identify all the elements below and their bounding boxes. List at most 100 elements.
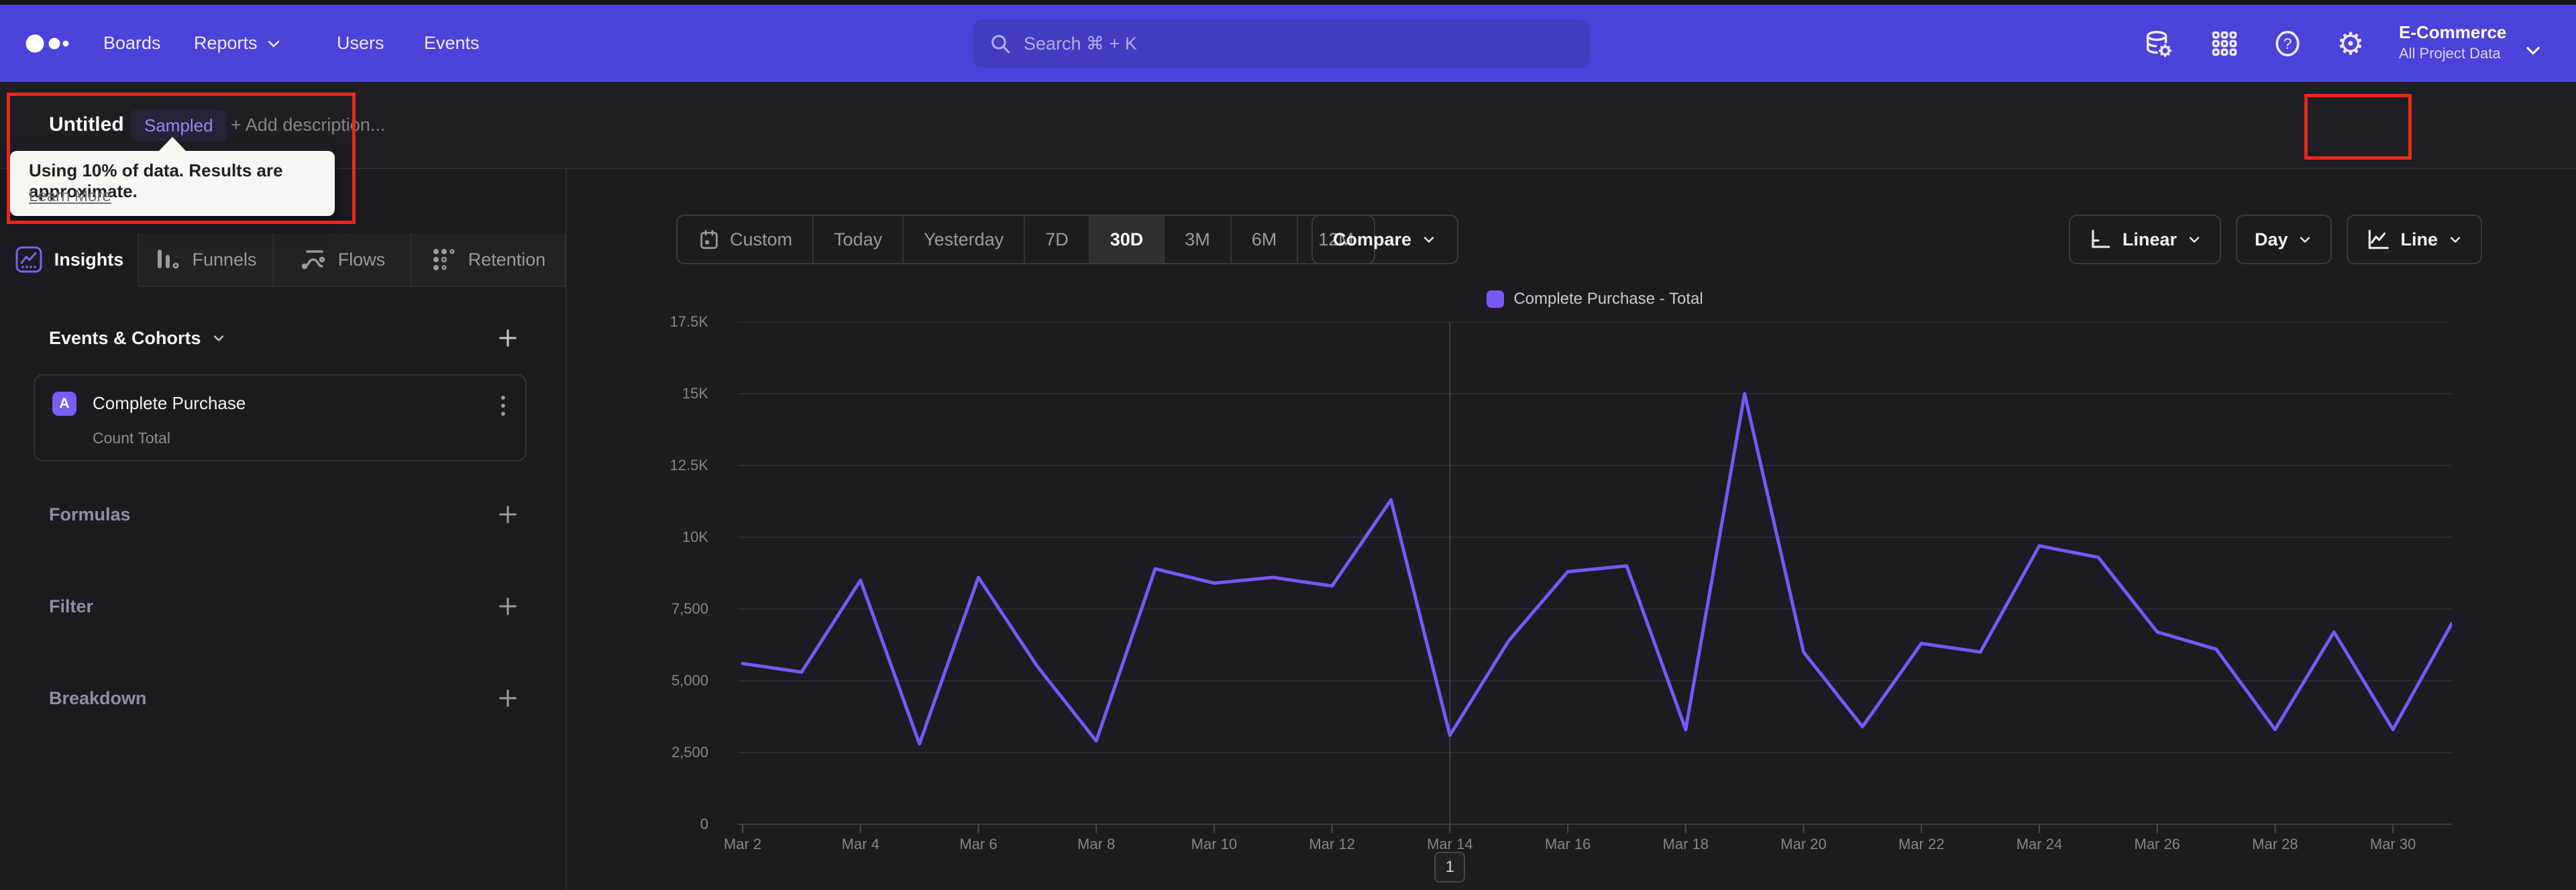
range-6m[interactable]: 6M xyxy=(1232,216,1299,263)
range-3m[interactable]: 3M xyxy=(1165,216,1232,263)
tab-funnels[interactable]: Funnels xyxy=(139,233,274,287)
project-name: E-Commerce xyxy=(2399,22,2507,42)
search-input[interactable]: Search ⌘ + K xyxy=(973,19,1590,68)
add-breakdown-button[interactable] xyxy=(494,685,521,712)
range-label: Custom xyxy=(730,229,793,249)
flows-icon xyxy=(301,250,325,270)
x-axis-label: Mar 12 xyxy=(1309,836,1355,852)
y-axis-label: 5,000 xyxy=(671,672,708,689)
y-axis-label: 12.5K xyxy=(669,457,709,474)
settings-button[interactable]: ⚙ xyxy=(2334,27,2367,60)
project-switcher[interactable]: E-Commerce All Project Data xyxy=(2399,22,2506,62)
chevron-down-icon xyxy=(268,40,279,47)
tooltip-arrow xyxy=(158,137,186,152)
search-placeholder: Search ⌘ + K xyxy=(1024,33,1137,54)
series-line xyxy=(741,392,2452,746)
gear-icon: ⚙ xyxy=(2337,25,2365,62)
window-top-edge xyxy=(0,0,2576,5)
x-axis-label: Mar 6 xyxy=(959,836,998,852)
scale-dropdown[interactable]: Linear xyxy=(2068,215,2221,264)
nav-item-reports[interactable]: Reports xyxy=(194,5,282,82)
range-custom[interactable]: Custom xyxy=(678,216,814,263)
range-label: 30D xyxy=(1110,229,1144,249)
x-axis-label: Mar 18 xyxy=(1662,836,1709,852)
event-card[interactable]: A Complete Purchase Count Total xyxy=(34,374,527,461)
add-filter-button[interactable] xyxy=(494,593,521,620)
y-axis-label: 17.5K xyxy=(669,313,709,330)
retention-icon xyxy=(433,249,455,270)
chart-type-dropdown[interactable]: Line xyxy=(2347,215,2482,264)
svg-text:?: ? xyxy=(2284,35,2292,52)
tab-label: Insights xyxy=(54,249,124,270)
chart-plot-area[interactable]: 1 Mar 2 Mar 4 Mar 6 Mar 8 Mar 10 Mar 12 Mar 14… xyxy=(724,322,2452,889)
range-7d[interactable]: 7D xyxy=(1025,216,1090,263)
section-label: Filter xyxy=(49,596,94,616)
section-row-filter: Filter xyxy=(0,588,566,625)
section-row-formulas: Formulas xyxy=(0,496,566,533)
calendar-icon xyxy=(700,229,718,249)
compare-label: Compare xyxy=(1333,229,1412,249)
line-chart-icon xyxy=(2369,229,2390,249)
chevron-down-icon xyxy=(2450,237,2461,243)
insights-icon xyxy=(15,246,42,273)
legend-item[interactable]: Complete Purchase - Total xyxy=(738,290,2452,309)
chevron-down-icon xyxy=(2300,237,2310,243)
y-axis-label: 15K xyxy=(682,385,708,402)
range-30d[interactable]: 30D xyxy=(1089,216,1165,263)
interval-label: Day xyxy=(2254,229,2288,249)
date-range-control: Custom Today Yesterday 7D 30D 3M 6M 12M xyxy=(676,215,1375,264)
section-row-breakdown: Breakdown xyxy=(0,679,566,717)
add-event-button[interactable] xyxy=(494,325,521,351)
range-label: Today xyxy=(834,229,883,249)
linear-axis-icon xyxy=(2092,229,2110,248)
interval-dropdown[interactable]: Day xyxy=(2235,215,2332,264)
x-axis-label: Mar 10 xyxy=(1191,836,1238,852)
add-formulas-button[interactable] xyxy=(494,501,521,528)
tab-retention[interactable]: Retention xyxy=(412,233,566,287)
nav-label-events: Events xyxy=(424,33,480,53)
legend-label: Complete Purchase - Total xyxy=(1513,290,1703,308)
chevron-down-icon xyxy=(213,335,223,341)
range-today[interactable]: Today xyxy=(814,216,904,263)
chart-type-label: Line xyxy=(2400,229,2438,249)
apps-grid-button[interactable] xyxy=(2208,27,2241,60)
x-axis-label: Mar 26 xyxy=(2134,836,2180,852)
grid-icon xyxy=(2212,31,2237,56)
nav-item-events[interactable]: Events xyxy=(424,5,480,82)
compare-button[interactable]: Compare xyxy=(1311,215,1459,264)
plus-icon xyxy=(499,689,517,707)
tab-flows[interactable]: Flows xyxy=(274,233,412,287)
x-axis-label: Mar 24 xyxy=(2016,836,2063,852)
y-axis-labels: 17.5K 15K 12.5K 10K 7,500 5,000 2,500 0 xyxy=(567,313,723,838)
y-axis-label: 0 xyxy=(700,816,708,832)
x-axis-label: Mar 28 xyxy=(2252,836,2298,852)
nav-label-boards: Boards xyxy=(103,33,161,53)
nav-item-users[interactable]: Users xyxy=(337,5,384,82)
line-chart xyxy=(738,322,2452,833)
chevron-down-icon xyxy=(1424,237,1434,243)
data-management-button[interactable] xyxy=(2142,27,2174,60)
event-options-button[interactable] xyxy=(497,392,509,420)
range-yesterday[interactable]: Yesterday xyxy=(904,216,1026,263)
events-cohorts-header-row: Events & Cohorts xyxy=(0,319,566,357)
help-button[interactable]: ? xyxy=(2271,27,2304,60)
pagination-page-button[interactable]: 1 xyxy=(1434,852,1466,883)
y-axis-label: 2,500 xyxy=(671,744,708,761)
x-axis-label: Mar 30 xyxy=(2369,836,2416,852)
mixpanel-logo[interactable] xyxy=(24,5,78,82)
chart-panel: Custom Today Yesterday 7D 30D 3M 6M 12M Compare… xyxy=(567,169,2576,890)
project-switcher-caret[interactable] xyxy=(2517,34,2549,66)
query-builder-sidebar: Insights Funnels Flows Retention Events & C… xyxy=(0,169,567,890)
y-axis-label: 7,500 xyxy=(671,600,708,617)
event-metric[interactable]: Count Total xyxy=(93,429,170,447)
tab-label: Retention xyxy=(468,249,546,270)
report-type-tabs: Insights Funnels Flows Retention xyxy=(0,233,566,287)
x-axis-label: Mar 4 xyxy=(841,836,879,852)
events-cohorts-header[interactable]: Events & Cohorts xyxy=(49,328,227,349)
range-label: 3M xyxy=(1185,229,1210,249)
learn-more-link[interactable]: Learn More xyxy=(29,187,111,206)
tab-insights[interactable]: Insights xyxy=(0,233,139,287)
funnels-icon xyxy=(158,249,179,269)
nav-item-boards[interactable]: Boards xyxy=(103,5,161,82)
tab-label: Flows xyxy=(337,249,386,270)
